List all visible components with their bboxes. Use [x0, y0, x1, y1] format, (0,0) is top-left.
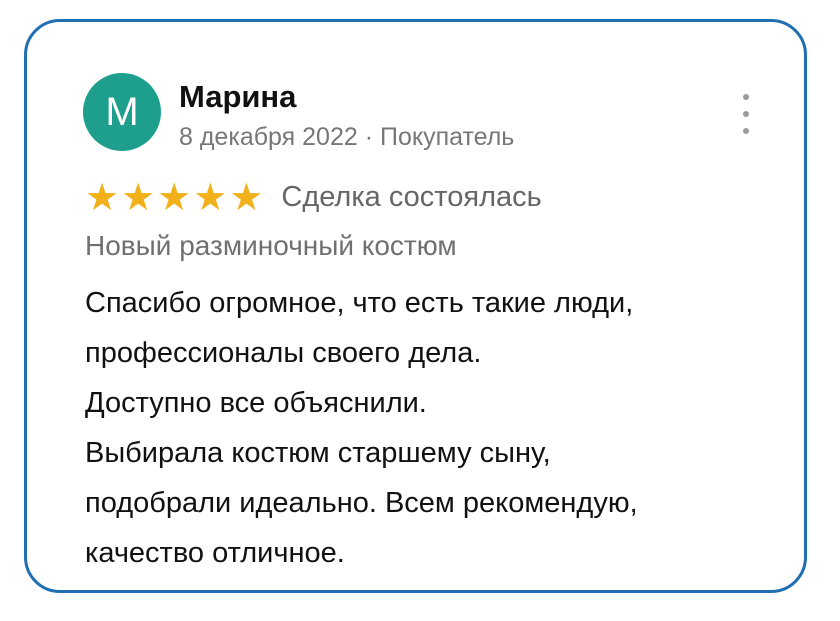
star-icon: ★	[229, 175, 264, 219]
deal-status: Сделка состоялась	[281, 180, 542, 213]
star-icon: ★	[121, 175, 156, 219]
review-text-line: подобрали идеально. Всем рекомендую,	[85, 487, 638, 519]
author-name: Марина	[179, 79, 297, 114]
star-icon: ★	[193, 175, 228, 219]
review-text-line: Выбирала костюм старшему сыну,	[85, 437, 551, 469]
star-icon: ★	[157, 175, 192, 219]
review-card: М Марина 8 декабря 2022 · Покупатель ★ ★ ★…	[24, 19, 807, 593]
more-options-icon[interactable]	[732, 94, 760, 134]
more-dot	[743, 128, 749, 134]
review-text-line: профессионалы своего дела.	[85, 337, 482, 369]
review-text-line: Спасибо огромное, что есть такие люди,	[85, 287, 634, 319]
review-meta: 8 декабря 2022 · Покупатель	[179, 123, 515, 151]
review-text: Спасибо огромное, что есть такие люди, пр…	[85, 278, 785, 578]
star-rating: ★ ★ ★ ★ ★	[85, 178, 263, 216]
review-text-line: Доступно все объяснили.	[85, 387, 427, 419]
review-text-line: качество отличное.	[85, 537, 345, 569]
product-name: Новый разминочный костюм	[85, 230, 457, 261]
more-dot	[743, 94, 749, 100]
star-icon: ★	[85, 175, 120, 219]
more-dot	[743, 111, 749, 117]
rating-row: ★ ★ ★ ★ ★ Сделка состоялась	[85, 178, 542, 216]
avatar: М	[83, 73, 161, 151]
